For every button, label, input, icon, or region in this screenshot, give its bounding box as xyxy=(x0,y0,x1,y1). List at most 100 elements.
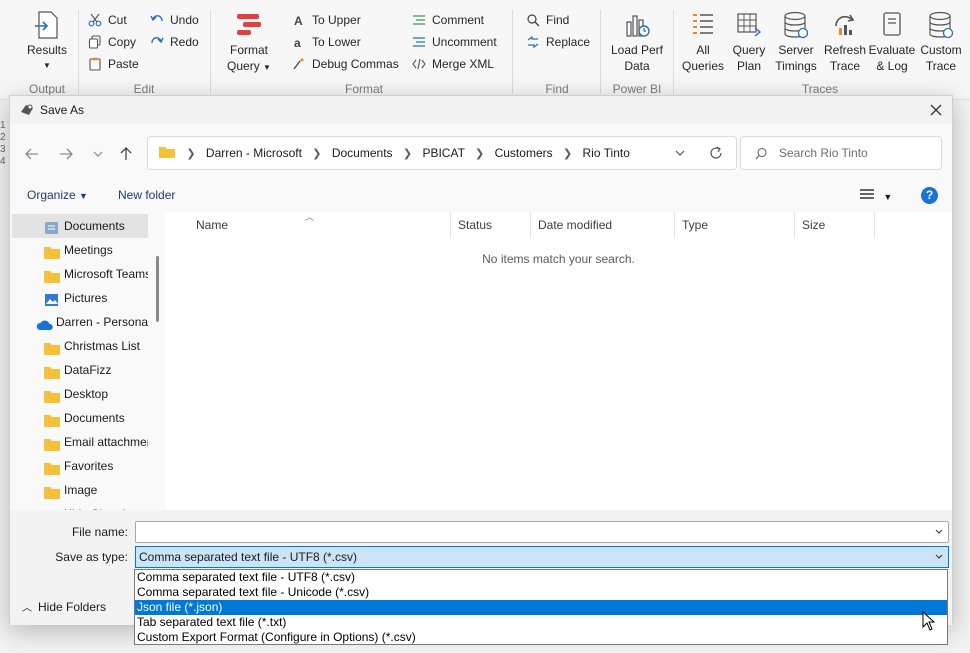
breadcrumb-item[interactable]: PBICAT xyxy=(422,146,464,160)
format-query-icon xyxy=(237,14,261,35)
query-plan-button[interactable]: Query Plan xyxy=(728,10,770,74)
server-timings-button[interactable]: Server Timings xyxy=(772,10,820,74)
nav-item[interactable]: Meetings xyxy=(12,238,148,262)
new-folder-button[interactable]: New folder xyxy=(118,188,175,202)
column-header-type[interactable]: Type xyxy=(675,212,795,238)
pictures-icon xyxy=(44,291,60,310)
nav-item[interactable]: DataFizz xyxy=(12,358,148,382)
evaluate-log-button[interactable]: Evaluate & Log xyxy=(868,10,916,74)
replace-icon xyxy=(527,35,539,49)
search-box[interactable] xyxy=(740,136,942,170)
replace-button[interactable]: Replace xyxy=(526,32,590,52)
copy-button[interactable]: Copy xyxy=(88,32,136,52)
nav-item[interactable]: Favorites xyxy=(12,454,148,478)
chevron-down-icon[interactable] xyxy=(933,526,945,538)
search-input[interactable] xyxy=(779,143,929,163)
save-as-type-option[interactable]: Comma separated text file - Unicode (*.c… xyxy=(135,585,947,600)
load-perf-data-button[interactable]: Load Perf Data xyxy=(608,10,666,74)
address-bar[interactable]: ❯ Darren - Microsoft ❯ Documents ❯ PBICA… xyxy=(147,136,737,170)
dialog-title: Save As xyxy=(40,103,85,117)
file-name-input[interactable] xyxy=(140,524,920,540)
save-as-type-option[interactable]: Custom Export Format (Configure in Optio… xyxy=(135,630,947,645)
paste-button[interactable]: Paste xyxy=(88,54,139,74)
nav-item[interactable]: Desktop xyxy=(12,382,148,406)
comment-button[interactable]: Comment xyxy=(412,10,484,30)
nav-item[interactable]: Pictures xyxy=(12,286,148,310)
help-button[interactable]: ? xyxy=(921,187,938,204)
nav-item-label: Darren - Personal xyxy=(56,315,148,329)
group-divider xyxy=(512,10,513,94)
chevron-right-icon: ❯ xyxy=(312,148,322,160)
nav-item[interactable]: Darren - Personal xyxy=(12,310,148,334)
breadcrumb-item[interactable]: Rio Tinto xyxy=(583,146,630,160)
file-name-label: File name: xyxy=(71,525,128,539)
chevron-down-icon: ▼ xyxy=(263,63,271,72)
up-arrow-icon[interactable] xyxy=(116,144,136,164)
search-icon xyxy=(527,14,540,27)
group-label-traces: Traces xyxy=(801,82,839,96)
results-button[interactable]: Results ▼ xyxy=(24,10,70,74)
save-as-type-select[interactable]: Comma separated text file - UTF8 (*.csv) xyxy=(135,546,949,568)
nav-item[interactable]: Christmas List xyxy=(12,334,148,358)
nav-item-label: Kids Church xyxy=(64,502,129,510)
nav-item[interactable]: Documents xyxy=(12,214,148,238)
column-header-size[interactable]: Size xyxy=(795,212,875,238)
uncomment-button[interactable]: Uncomment xyxy=(412,32,497,52)
cut-button[interactable]: Cut xyxy=(88,10,127,30)
nav-item-label: Microsoft Teams xyxy=(64,267,148,281)
debug-commas-button[interactable]: Debug Commas xyxy=(292,54,399,74)
debug-commas-icon xyxy=(293,58,304,70)
find-button[interactable]: Find xyxy=(526,10,569,30)
folder-icon xyxy=(44,339,60,358)
breadcrumb-item[interactable]: Documents xyxy=(332,146,393,160)
breadcrumb: ❯ Darren - Microsoft ❯ Documents ❯ PBICA… xyxy=(158,137,630,169)
chevron-down-icon[interactable] xyxy=(672,145,688,161)
close-icon[interactable] xyxy=(924,98,948,122)
forward-arrow-icon[interactable] xyxy=(56,144,76,164)
back-arrow-icon[interactable] xyxy=(22,144,42,164)
custom-trace-button[interactable]: Custom Trace xyxy=(918,10,964,74)
dialog-toolbar: Organize ▼ New folder ▼ ? xyxy=(10,180,952,212)
nav-item[interactable]: Image xyxy=(12,478,148,502)
dialog-titlebar[interactable]: Save As xyxy=(10,96,952,124)
nav-item[interactable]: Documents xyxy=(12,406,148,430)
nav-item-label: Christmas List xyxy=(64,339,141,353)
save-as-type-option[interactable]: Tab separated text file (*.txt) xyxy=(135,615,947,630)
merge-xml-button[interactable]: Merge XML xyxy=(412,54,494,74)
svg-text:a: a xyxy=(294,36,301,49)
nav-item[interactable]: Microsoft Teams xyxy=(12,262,148,286)
save-as-type-option[interactable]: Comma separated text file - UTF8 (*.csv) xyxy=(135,570,947,585)
documents-icon xyxy=(44,219,60,238)
folder-icon xyxy=(44,363,60,382)
nav-item[interactable]: Kids Church xyxy=(12,502,148,510)
empty-state-message: No items match your search. xyxy=(482,252,635,266)
to-lower-button[interactable]: a To Lower xyxy=(292,32,361,52)
nav-item-label: Image xyxy=(64,483,98,497)
column-header-name[interactable]: Name xyxy=(189,212,451,238)
organize-button[interactable]: Organize ▼ xyxy=(27,188,88,202)
file-name-field[interactable] xyxy=(135,521,949,543)
hide-folders-button[interactable]: ︿ Hide Folders xyxy=(22,599,106,614)
save-as-type-option[interactable]: Json file (*.json) xyxy=(135,600,947,615)
recent-locations-chevron-icon[interactable] xyxy=(88,144,108,164)
nav-item[interactable]: Email attachments xyxy=(12,430,148,454)
group-label-format: Format xyxy=(344,82,383,96)
all-queries-button[interactable]: All Queries xyxy=(680,10,726,74)
mouse-cursor-icon xyxy=(922,611,936,631)
column-header-date-modified[interactable]: Date modified xyxy=(531,212,675,238)
refresh-icon[interactable] xyxy=(708,145,724,161)
format-query-button[interactable]: Format Query ▼ xyxy=(222,10,276,76)
undo-button[interactable]: Undo xyxy=(150,10,199,30)
query-plan-icon xyxy=(737,13,762,37)
nav-item-label: Desktop xyxy=(64,387,109,401)
chevron-down-icon: ▼ xyxy=(79,191,88,201)
column-header-status[interactable]: Status xyxy=(451,212,531,238)
nav-pane-scrollbar[interactable] xyxy=(156,256,159,322)
breadcrumb-item[interactable]: Darren - Microsoft xyxy=(206,146,302,160)
refresh-trace-button[interactable]: Refresh Trace xyxy=(822,10,868,74)
breadcrumb-item[interactable]: Customers xyxy=(495,146,553,160)
folder-icon xyxy=(44,243,60,262)
to-upper-button[interactable]: A To Upper xyxy=(292,10,361,30)
redo-button[interactable]: Redo xyxy=(150,32,199,52)
view-options-button[interactable]: ▼ xyxy=(860,188,892,203)
